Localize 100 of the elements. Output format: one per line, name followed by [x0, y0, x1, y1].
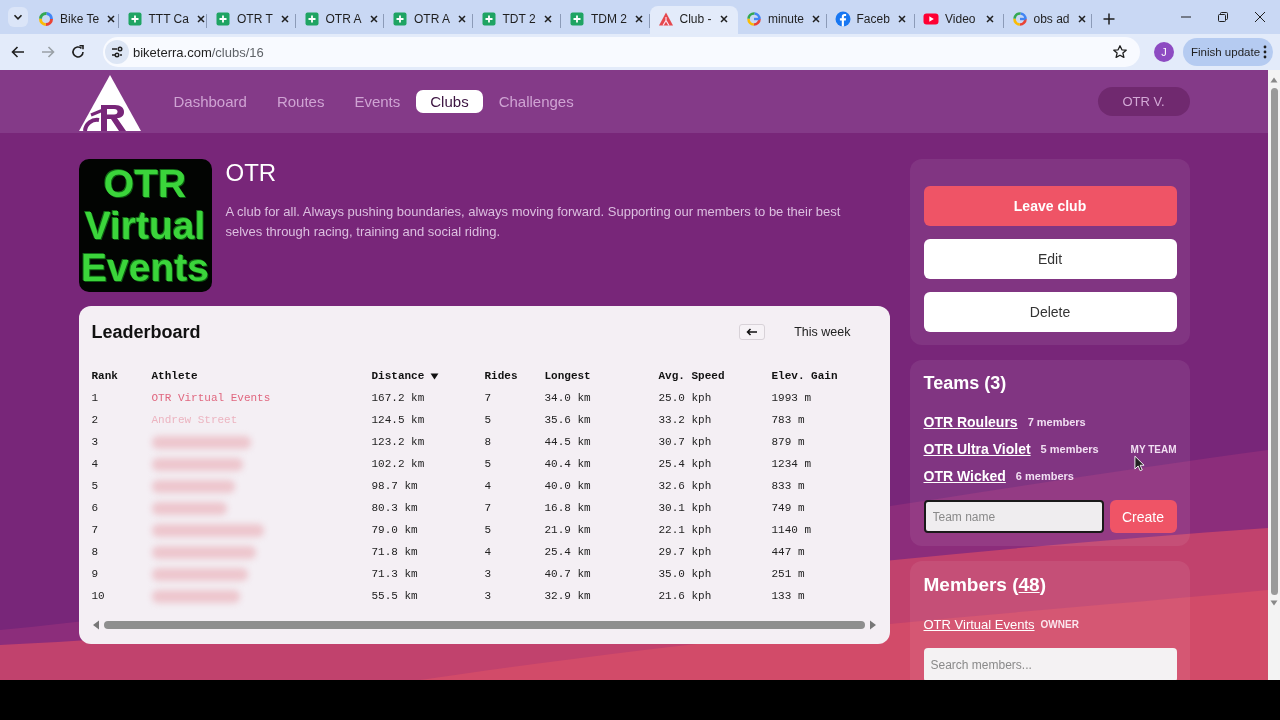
table-cell: 10 — [91, 590, 105, 602]
user-menu-button[interactable]: OTR V. — [1097, 87, 1190, 116]
address-bar[interactable]: biketerra.com/clubs/16 — [103, 37, 1140, 67]
period-label: This week — [794, 325, 851, 339]
browser-tab[interactable]: TDM 2 — [561, 6, 650, 34]
nav-link[interactable]: Clubs — [416, 90, 483, 113]
browser-tab[interactable]: Club - — [649, 6, 738, 34]
table-cell: 21.6 kph — [658, 590, 712, 602]
team-link[interactable]: OTR Wicked — [923, 468, 1006, 484]
members-heading: Members (48) — [923, 573, 1047, 597]
bookmark-star-icon[interactable] — [1112, 44, 1128, 60]
browser-tab[interactable]: obs ad — [1003, 6, 1092, 34]
table-cell: 3 — [484, 568, 492, 580]
scroll-up-icon[interactable] — [1270, 77, 1278, 83]
club-action-button[interactable]: Edit — [923, 239, 1177, 279]
close-tab-icon[interactable] — [810, 13, 823, 25]
column-header[interactable]: Rank — [91, 370, 118, 382]
table-cell: 25.4 kph — [658, 458, 712, 470]
table-cell: 1 — [91, 392, 99, 404]
circle-logo-icon — [38, 11, 54, 27]
spreadsheet-icon — [215, 11, 231, 27]
table-cell: 833 m — [771, 480, 805, 492]
vertical-scrollbar-thumb[interactable] — [1270, 88, 1278, 595]
close-tab-icon[interactable] — [895, 13, 908, 25]
column-header[interactable]: Elev. Gain — [771, 370, 838, 382]
club-action-button[interactable]: Delete — [923, 292, 1177, 332]
scroll-left-icon[interactable] — [91, 620, 100, 630]
browser-tab[interactable]: Video — [915, 6, 1004, 34]
close-tab-icon[interactable] — [983, 13, 996, 25]
table-cell: 40.7 km — [544, 568, 591, 580]
finish-update-button[interactable]: Finish update — [1183, 38, 1273, 66]
close-tab-icon[interactable] — [718, 13, 730, 25]
close-tab-icon[interactable] — [633, 13, 645, 25]
table-cell: 35.6 km — [544, 414, 591, 426]
table-cell: 32.6 kph — [658, 480, 712, 492]
close-tab-icon[interactable] — [194, 13, 207, 25]
team-link[interactable]: OTR Rouleurs — [923, 414, 1018, 430]
table-cell: 102.2 km — [371, 458, 425, 470]
reload-icon[interactable] — [70, 44, 86, 60]
profile-avatar[interactable]: J — [1154, 42, 1174, 62]
column-header[interactable]: Athlete — [151, 370, 198, 382]
table-cell: 40.0 km — [544, 480, 591, 492]
g-logo-icon — [746, 11, 762, 27]
table-cell: 749 m — [771, 502, 805, 514]
table-cell: 3 — [484, 590, 492, 602]
my-team-tag: MY TEAM — [1130, 443, 1177, 455]
logo-text: Virtual — [84, 204, 206, 247]
browser-tab[interactable]: Faceb — [826, 6, 915, 34]
browser-tab[interactable]: minute — [738, 6, 827, 34]
close-tab-icon[interactable] — [1075, 13, 1088, 25]
close-tab-icon[interactable] — [456, 13, 468, 25]
column-header[interactable]: Avg. Speed — [658, 370, 725, 382]
restore-icon[interactable] — [1217, 11, 1229, 23]
table-cell: 783 m — [771, 414, 805, 426]
column-header[interactable]: Rides — [484, 370, 518, 382]
search-members-field[interactable]: Search members... — [923, 648, 1177, 680]
table-cell: 16.8 km — [544, 502, 591, 514]
more-options-icon[interactable] — [1263, 45, 1267, 59]
close-tab-icon[interactable] — [105, 13, 118, 25]
table-cell: 2 — [91, 414, 99, 426]
browser-tab[interactable]: Bike Te — [30, 6, 119, 34]
browser-tab[interactable]: OTR A — [384, 6, 473, 34]
table-cell: 80.3 km — [371, 502, 418, 514]
team-name-field[interactable]: Team name — [923, 500, 1104, 533]
table-cell: 98.7 km — [371, 480, 418, 492]
browser-tab[interactable]: OTR A — [295, 6, 384, 34]
table-cell: 29.7 kph — [658, 546, 712, 558]
table-cell: 55.5 km — [371, 590, 418, 602]
mountain-logo-icon[interactable] — [78, 75, 141, 131]
table-cell: 5 — [91, 480, 99, 492]
tab-search-button[interactable] — [8, 7, 28, 27]
g-logo-icon — [1011, 11, 1028, 27]
browser-tab[interactable]: TDT 2 — [472, 6, 561, 34]
close-window-icon[interactable] — [1254, 11, 1266, 23]
scroll-right-icon[interactable] — [868, 620, 877, 630]
table-cell: 8 — [484, 436, 492, 448]
browser-tab[interactable]: TTT Ca — [118, 6, 207, 34]
member-count: 5 members — [1040, 443, 1099, 455]
back-arrow-icon[interactable] — [10, 44, 26, 60]
table-cell: 1993 m — [771, 392, 812, 404]
close-tab-icon[interactable] — [541, 13, 554, 25]
horizontal-scrollbar-thumb[interactable] — [103, 621, 865, 629]
new-tab-icon[interactable] — [1102, 12, 1116, 26]
close-tab-icon[interactable] — [278, 13, 291, 25]
team-link[interactable]: OTR Ultra Violet — [923, 441, 1031, 457]
table-cell: 4 — [484, 546, 492, 558]
member-link[interactable]: OTR Virtual Events — [923, 616, 1035, 632]
site-settings-icon[interactable] — [105, 40, 129, 64]
table-cell: 5 — [484, 414, 492, 426]
scroll-down-icon[interactable] — [1270, 600, 1278, 606]
table-cell: 9 — [91, 568, 99, 580]
table-cell: 6 — [91, 502, 99, 514]
browser-tab[interactable]: OTR T — [207, 6, 296, 34]
previous-week-button[interactable] — [739, 324, 766, 340]
close-tab-icon[interactable] — [367, 13, 380, 25]
column-header[interactable]: Distance — [371, 370, 440, 382]
spreadsheet-icon — [480, 11, 497, 27]
table-cell: 25.0 kph — [658, 392, 712, 404]
column-header[interactable]: Longest — [544, 370, 591, 382]
member-total-link[interactable]: 48 — [1018, 574, 1040, 595]
